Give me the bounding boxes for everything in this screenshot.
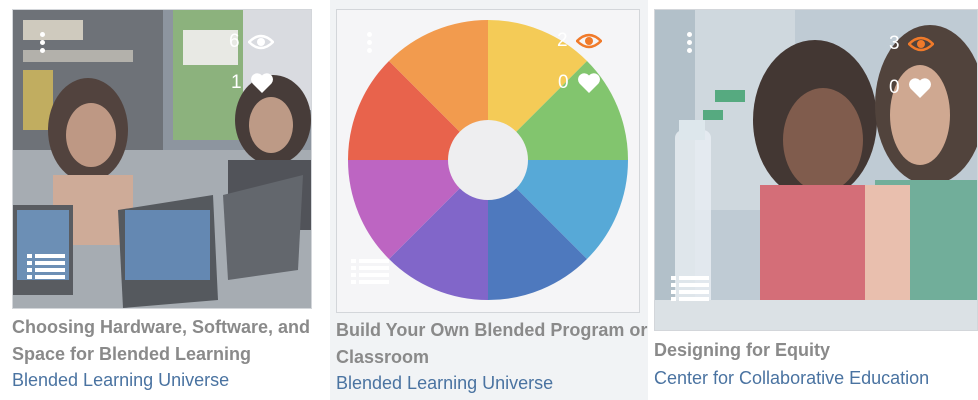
heart-icon[interactable] bbox=[908, 77, 932, 99]
card-source-link[interactable]: Blended Learning Universe bbox=[12, 370, 229, 391]
resource-card[interactable]: 3 0 Designing for Equity Center for Coll… bbox=[652, 0, 978, 400]
heart-icon[interactable] bbox=[577, 72, 601, 94]
likes-count: 1 bbox=[231, 72, 242, 93]
list-icon[interactable] bbox=[671, 276, 709, 302]
likes-stat: 1 bbox=[231, 72, 274, 94]
views-count: 2 bbox=[557, 30, 568, 51]
views-stat: 6 bbox=[229, 31, 274, 53]
heart-icon[interactable] bbox=[250, 72, 274, 94]
views-stat: 3 bbox=[889, 33, 934, 55]
card-title[interactable]: Designing for Equity bbox=[654, 337, 974, 364]
resource-card[interactable]: 6 1 Choosing Hardware, Software, and Spa… bbox=[0, 0, 318, 400]
eye-icon bbox=[907, 36, 934, 52]
views-stat: 2 bbox=[557, 30, 602, 52]
likes-stat: 0 bbox=[558, 72, 601, 94]
eye-icon bbox=[247, 34, 274, 50]
likes-stat: 0 bbox=[889, 77, 932, 99]
card-source-link[interactable]: Blended Learning Universe bbox=[336, 373, 553, 394]
more-vertical-icon[interactable] bbox=[685, 32, 693, 56]
card-title[interactable]: Build Your Own Blended Program or Classr… bbox=[336, 317, 648, 371]
eye-icon bbox=[575, 33, 602, 49]
more-vertical-icon[interactable] bbox=[365, 32, 373, 56]
views-count: 3 bbox=[889, 33, 900, 54]
list-icon[interactable] bbox=[351, 259, 389, 285]
card-source-link[interactable]: Center for Collaborative Education bbox=[654, 368, 929, 389]
card-thumbnail[interactable]: 2 0 bbox=[336, 9, 640, 313]
card-title[interactable]: Choosing Hardware, Software, and Space f… bbox=[12, 314, 312, 368]
more-vertical-icon[interactable] bbox=[38, 32, 46, 56]
likes-count: 0 bbox=[558, 72, 569, 93]
resource-card[interactable]: 2 0 Build Your Own Blended Program or Cl… bbox=[330, 0, 648, 400]
card-thumbnail[interactable]: 3 0 bbox=[654, 9, 978, 331]
views-count: 6 bbox=[229, 31, 240, 52]
likes-count: 0 bbox=[889, 77, 900, 98]
card-thumbnail[interactable]: 6 1 bbox=[12, 9, 312, 309]
list-icon[interactable] bbox=[27, 254, 65, 280]
